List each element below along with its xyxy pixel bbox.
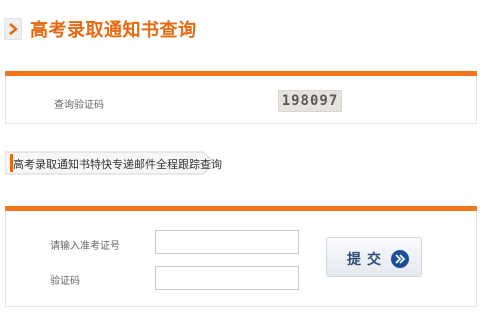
tracking-section-tab: 高考录取通知书特快专递邮件全程跟踪查询 xyxy=(5,150,222,176)
exam-number-label: 请输入准考证号 xyxy=(50,241,120,252)
page-header: 高考录取通知书查询 xyxy=(4,14,197,44)
page-title: 高考录取通知书查询 xyxy=(30,20,197,41)
chevron-right-icon xyxy=(4,18,22,40)
submit-label: 提交 xyxy=(347,252,387,268)
tracking-form-panel: 请输入准考证号 验证码 提交 xyxy=(5,211,477,307)
verification-code-input[interactable] xyxy=(155,266,299,290)
tab-title: 高考录取通知书特快专递邮件全程跟踪查询 xyxy=(13,158,222,171)
captcha-image[interactable]: 198097 xyxy=(278,90,342,112)
captcha-label: 查询验证码 xyxy=(54,100,104,111)
submit-button[interactable]: 提交 xyxy=(326,237,422,277)
double-chevron-right-icon xyxy=(391,250,409,268)
verification-code-label: 验证码 xyxy=(50,276,80,287)
captcha-panel: 查询验证码 198097 xyxy=(5,76,477,124)
exam-number-input[interactable] xyxy=(155,230,299,254)
